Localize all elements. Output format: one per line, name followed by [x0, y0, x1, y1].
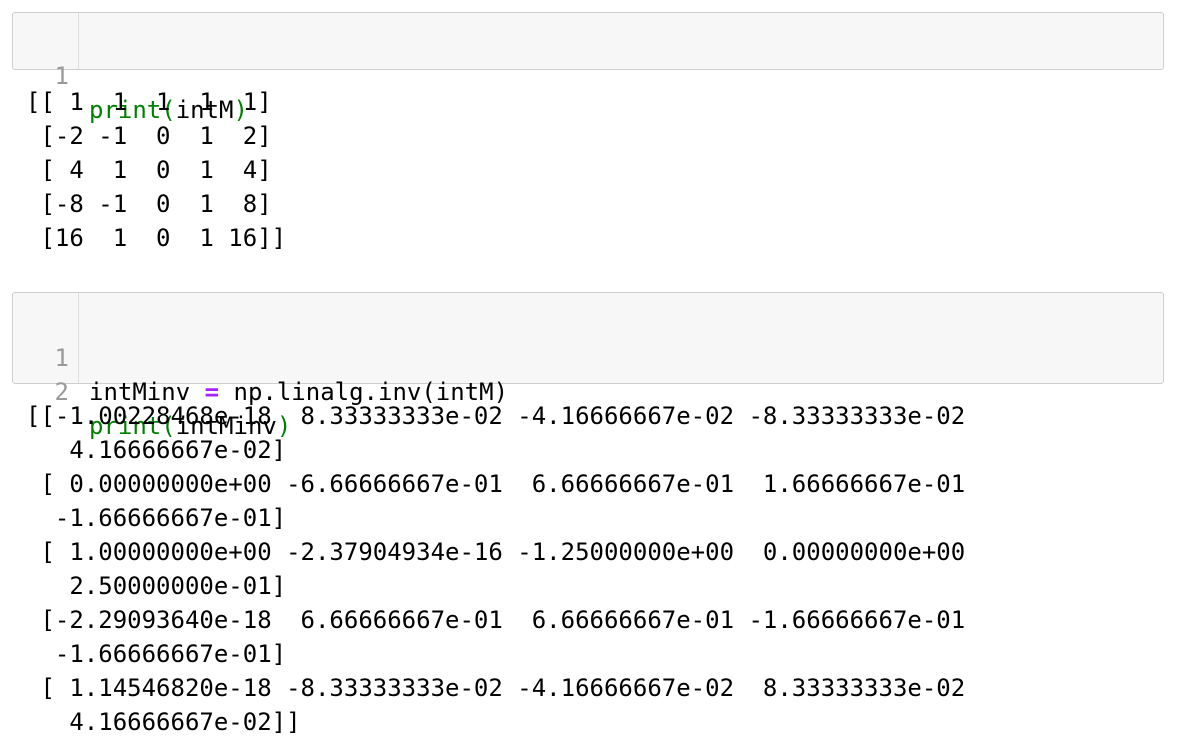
code-cell-1[interactable]: 1 print(intM) — [12, 12, 1164, 124]
code-cell-2[interactable]: 1 intMinv = np.linalg.inv(intM) 2 print(… — [12, 292, 1164, 440]
cell-2-output: [[-1.00228468e-18 8.33333333e-02 -4.1666… — [26, 402, 966, 736]
code-line[interactable]: 1 print(intM) — [13, 25, 1163, 124]
cell-1-output: [[ 1 1 1 1 1] [-2 -1 0 1 2] [ 4 1 0 1 4]… — [26, 88, 287, 252]
code-line[interactable]: 2 print(intMinv) — [13, 341, 1163, 440]
code-line[interactable]: 1 intMinv = np.linalg.inv(intM) — [13, 307, 1163, 406]
